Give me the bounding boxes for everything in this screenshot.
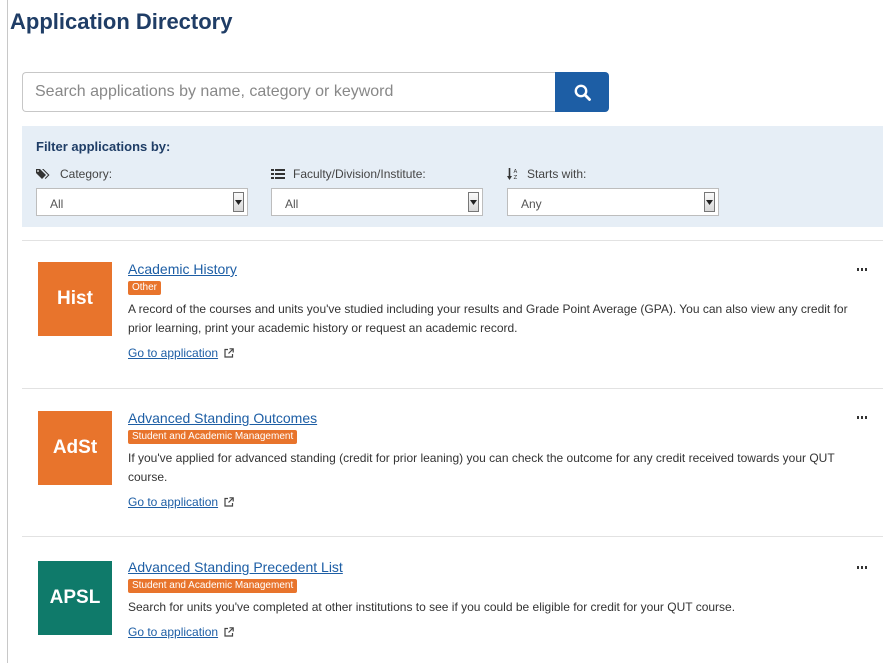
app-tile: APSL	[38, 561, 112, 635]
chevron-down-icon	[233, 192, 244, 212]
search-bar	[22, 72, 609, 112]
app-description: If you've applied for advanced standing …	[128, 451, 835, 484]
chevron-down-icon	[468, 192, 479, 212]
app-title-link[interactable]: Advanced Standing Outcomes	[128, 410, 858, 426]
list-icon	[271, 169, 285, 179]
search-icon	[574, 84, 591, 101]
list-item: APSL Advanced Standing Precedent List St…	[22, 537, 883, 663]
app-body: Academic History Other A record of the c…	[128, 261, 858, 362]
app-tile: Hist	[38, 262, 112, 336]
starts-with-select[interactable]: Any	[507, 188, 719, 216]
go-to-application-link[interactable]: Go to application	[128, 495, 234, 509]
go-to-application-link[interactable]: Go to application	[128, 346, 234, 360]
faculty-select[interactable]: All	[271, 188, 483, 216]
sort-alpha-icon: A Z	[507, 168, 518, 180]
faculty-select-value: All	[285, 197, 299, 211]
app-body: Advanced Standing Outcomes Student and A…	[128, 410, 858, 511]
svg-text:Z: Z	[514, 175, 518, 180]
more-options-icon[interactable]	[857, 416, 867, 419]
external-link-icon	[224, 627, 234, 637]
app-title-link[interactable]: Advanced Standing Precedent List	[128, 559, 858, 575]
more-options-icon[interactable]	[857, 566, 867, 569]
list-item: Hist Academic History Other A record of …	[22, 241, 883, 387]
category-select[interactable]: All	[36, 188, 248, 216]
app-body: Advanced Standing Precedent List Student…	[128, 559, 858, 641]
tags-icon	[36, 169, 50, 179]
more-options-icon[interactable]	[857, 268, 867, 271]
category-filter: Category: All	[36, 166, 248, 216]
app-tile: AdSt	[38, 411, 112, 485]
external-link-icon	[224, 497, 234, 507]
category-filter-label: Category:	[36, 166, 248, 182]
app-description: Search for units you've completed at oth…	[128, 600, 736, 614]
search-button[interactable]	[555, 72, 609, 112]
faculty-filter: Faculty/Division/Institute: All	[271, 166, 483, 216]
chevron-down-icon	[704, 192, 715, 212]
go-to-application-link[interactable]: Go to application	[128, 625, 234, 639]
list-item: AdSt Advanced Standing Outcomes Student …	[22, 389, 883, 535]
starts-with-filter-label: A Z Starts with:	[507, 166, 719, 182]
external-link-icon	[224, 348, 234, 358]
faculty-filter-label: Faculty/Division/Institute:	[271, 166, 483, 182]
app-title-link[interactable]: Academic History	[128, 261, 858, 277]
app-description: A record of the courses and units you've…	[128, 302, 848, 335]
starts-with-filter: A Z Starts with: Any	[507, 166, 719, 216]
category-badge[interactable]: Student and Academic Management	[128, 579, 298, 593]
category-badge[interactable]: Other	[128, 281, 162, 295]
left-border	[7, 0, 8, 663]
filter-heading: Filter applications by:	[36, 139, 171, 154]
page-title: Application Directory	[10, 9, 233, 34]
category-badge[interactable]: Student and Academic Management	[128, 430, 298, 444]
starts-with-select-value: Any	[521, 197, 542, 211]
category-select-value: All	[50, 197, 64, 211]
filter-panel: Filter applications by: Category: All Fa…	[22, 126, 883, 227]
search-input[interactable]	[22, 72, 555, 112]
